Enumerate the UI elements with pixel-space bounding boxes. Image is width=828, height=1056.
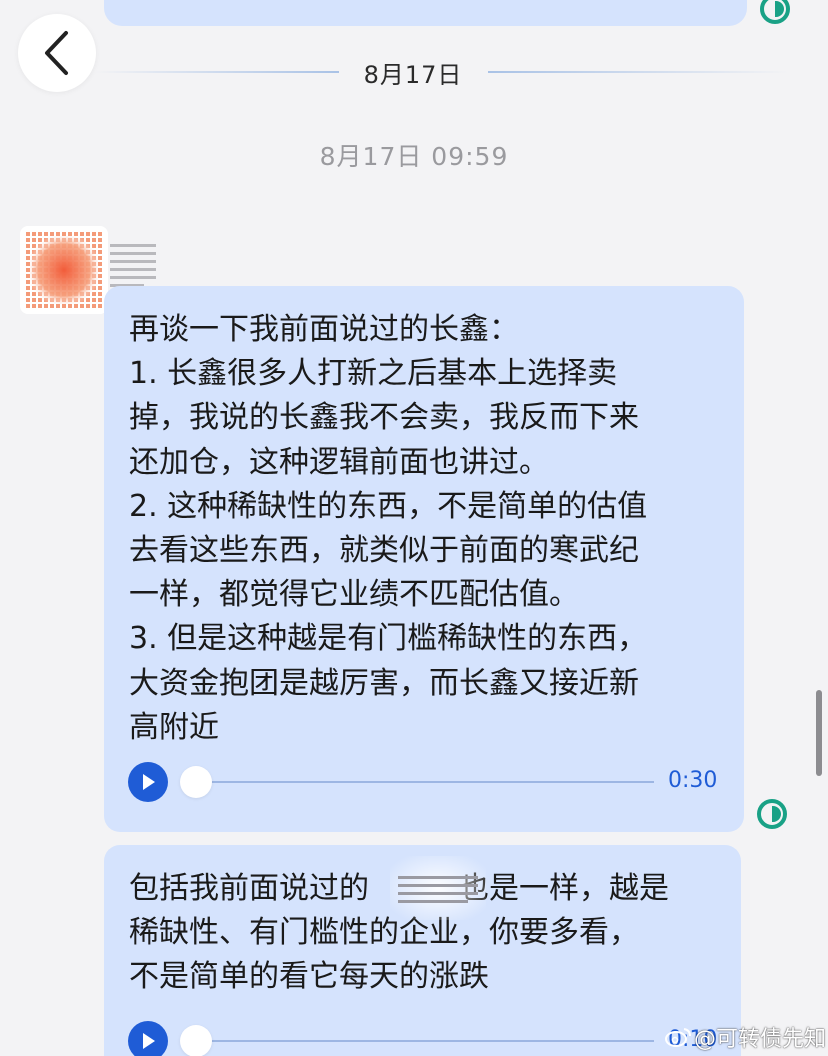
message-text: 再谈一下我前面说过的长鑫： 1. 长鑫很多人打新之后基本上选择卖 掉，我说的长鑫… (129, 308, 729, 750)
redaction-watermark (390, 856, 486, 920)
read-status-icon (757, 799, 787, 829)
weibo-logo-icon (665, 1028, 691, 1047)
message-line: 3. 但是这种越是有门槛稀缺性的东西， (129, 621, 648, 657)
avatar[interactable] (20, 226, 108, 314)
voice-progress-track[interactable] (196, 781, 654, 783)
message-line: 高附近 (129, 709, 219, 745)
date-divider: 8月17日 (363, 61, 463, 89)
message-line: 去看这些东西，就类似于前面的寒武纪 (129, 533, 639, 569)
voice-progress-knob[interactable] (180, 766, 212, 798)
previous-message-bubble[interactable] (104, 0, 747, 26)
message-line: 大资金抱团是越厉害，而长鑫又接近新 (129, 665, 639, 701)
chat-screen: 8月17日 8月17日 09:59 再谈一下我前面说过的长鑫： 1. 长鑫很多人… (0, 0, 828, 1056)
date-divider-line-left (95, 71, 339, 73)
message-line: 2. 这种稀缺性的东西，不是简单的估值 (129, 488, 648, 524)
read-status-icon (760, 0, 790, 24)
message-line: 1. 长鑫很多人打新之后基本上选择卖 (129, 356, 618, 392)
message-bubble[interactable]: 再谈一下我前面说过的长鑫： 1. 长鑫很多人打新之后基本上选择卖 掉，我说的长鑫… (104, 286, 744, 832)
scrollbar[interactable] (816, 690, 822, 776)
chevron-left-icon (45, 31, 68, 75)
play-icon (143, 774, 155, 790)
date-divider-line-right (488, 71, 788, 73)
watermark-text: @可转债先知 (694, 1027, 827, 1052)
voice-duration: 0:30 (668, 768, 718, 793)
message-line: 再谈一下我前面说过的长鑫： (129, 312, 519, 347)
voice-play-button[interactable] (128, 1021, 168, 1056)
play-icon (143, 1033, 155, 1049)
corner-watermark: @可转债先知 (664, 1018, 826, 1056)
voice-progress-track[interactable] (196, 1040, 654, 1042)
message-line: 不是简单的看它每天的涨跌 (129, 959, 489, 995)
voice-progress-knob[interactable] (180, 1025, 212, 1056)
message-line: 还加仓，这种逻辑前面也讲过。 (129, 444, 549, 480)
message-line: 掉，我说的长鑫我不会卖，我反而下来 (129, 400, 639, 436)
back-button[interactable] (18, 14, 96, 92)
message-timestamp: 8月17日 09:59 (319, 142, 509, 171)
message-line: 一样，都觉得它业绩不匹配估值。 (129, 577, 579, 613)
voice-play-button[interactable] (128, 762, 168, 802)
